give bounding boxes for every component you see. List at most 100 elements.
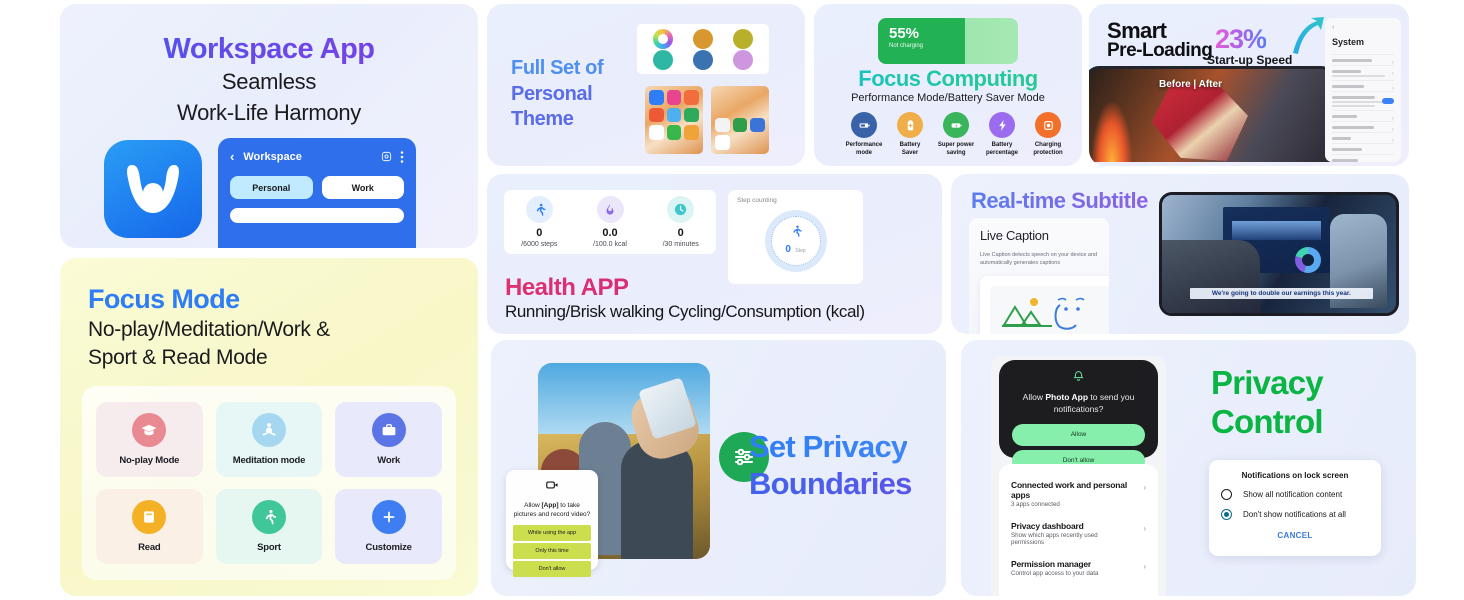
- chevron-right-icon: ›: [1143, 524, 1146, 533]
- workspace-phone-preview: ‹ Workspace Personal Work: [218, 138, 416, 248]
- subtitle-card-title: Real-time Subtitle: [971, 188, 1148, 213]
- radio-button-unselected[interactable]: [1221, 489, 1232, 500]
- privacy-boundaries-title-line2: Boundaries: [749, 466, 912, 502]
- focus-mode-title: Focus Mode: [88, 284, 240, 314]
- step-count-unit: Step: [795, 248, 806, 255]
- focus-tile-sport[interactable]: Sport: [215, 489, 323, 564]
- notification-permission-sheet: Allow Photo App to send you notification…: [999, 360, 1158, 472]
- focus-mode-tile-grid: No-play Mode Meditation mode Work Read S…: [82, 386, 456, 580]
- theme-swatch[interactable]: [733, 49, 753, 70]
- running-icon: [792, 225, 802, 237]
- landscape-face-icon: [1002, 297, 1085, 330]
- radio-option-dont-show[interactable]: Don't show notifications at all: [1221, 509, 1369, 520]
- health-stat-value: 0: [536, 227, 543, 239]
- step-widget-label: Step counting: [737, 197, 777, 204]
- back-icon[interactable]: ‹: [1332, 24, 1394, 31]
- health-stat-steps: 0 /6000 steps: [504, 190, 575, 254]
- focus-tile-read[interactable]: Read: [96, 489, 203, 564]
- permission-button-dont-allow[interactable]: Don't allow: [513, 561, 591, 578]
- battery-percent: 55%: [889, 25, 920, 42]
- notification-allow-button[interactable]: Allow: [1012, 423, 1145, 446]
- camera-icon: [513, 478, 591, 497]
- theme-swatch[interactable]: [693, 49, 713, 70]
- before-after-label: Before | After: [1158, 79, 1222, 90]
- permission-button-only-this-time[interactable]: Only this time: [513, 543, 591, 560]
- workspace-subtitle-line2: Work-Life Harmony: [177, 100, 361, 126]
- workspace-content-strip: [230, 208, 404, 223]
- radio-option-show-all[interactable]: Show all notification content: [1221, 489, 1369, 500]
- mode-charging-protection[interactable]: Charging protection: [1026, 112, 1070, 157]
- battery-bolt-icon: [943, 112, 969, 138]
- workspace-app-icon: [104, 140, 202, 238]
- theme-swatch-rainbow[interactable]: [653, 28, 673, 49]
- settings-row[interactable]: ›: [1332, 132, 1394, 144]
- phone-live-caption-text: We're going to double our earnings this …: [1190, 287, 1373, 299]
- settings-row[interactable]: [1332, 154, 1394, 162]
- settings-row[interactable]: [1332, 91, 1394, 110]
- plus-icon: [371, 500, 406, 534]
- focus-tile-customize[interactable]: Customize: [335, 489, 442, 564]
- focus-tile-label: Meditation mode: [232, 455, 306, 466]
- battery-level-bar: 55% Not charging: [878, 18, 1018, 64]
- back-icon[interactable]: ‹: [230, 149, 234, 164]
- focus-mode-subtitle-line1: No-play/Meditation/Work &: [88, 318, 330, 341]
- chevron-right-icon: ›: [1143, 483, 1146, 492]
- card-smart-preloading: Smart Pre-Loading 23% Start-up Speed Bef…: [1089, 4, 1409, 166]
- theme-swatch[interactable]: [653, 49, 673, 70]
- focus-tile-meditation[interactable]: Meditation mode: [215, 402, 323, 477]
- focus-tile-label: Customize: [365, 542, 412, 553]
- settings-row[interactable]: ›: [1332, 65, 1394, 80]
- row-description: 3 apps connected: [1011, 501, 1060, 508]
- focus-tile-label: Read: [138, 542, 161, 553]
- toggle-switch[interactable]: [1382, 98, 1394, 104]
- more-options-icon[interactable]: [400, 150, 404, 163]
- preloading-percent-caption: Start-up Speed: [1207, 53, 1293, 67]
- settings-row[interactable]: ›: [1332, 110, 1394, 122]
- lockscreen-notifications-dialog: Notifications on lock screen Show all no…: [1209, 460, 1381, 556]
- theme-preview-group: [645, 86, 769, 154]
- settings-row[interactable]: ›: [1332, 54, 1394, 66]
- chip-protection-icon: [1035, 112, 1061, 138]
- camera-permission-question: Allow [App] to take pictures and record …: [513, 502, 591, 519]
- health-stats-panel: 0 /6000 steps 0.0 /100.0 kcal 0 /30 minu…: [504, 190, 716, 254]
- battery-plus-icon: [897, 112, 923, 138]
- settings-row[interactable]: ›: [1332, 121, 1394, 133]
- settings-row[interactable]: [1332, 143, 1394, 154]
- health-description: Running/Brisk walking Cycling/Consumptio…: [505, 302, 865, 321]
- radio-option-label: Don't show notifications at all: [1243, 510, 1346, 519]
- focus-tile-work[interactable]: Work: [335, 402, 442, 477]
- mode-battery-percentage[interactable]: Battery percentage: [980, 112, 1024, 157]
- theme-homescreen-preview[interactable]: [645, 86, 703, 154]
- tab-work[interactable]: Work: [321, 176, 404, 199]
- focus-tile-label: Work: [377, 455, 401, 466]
- step-counting-widget: Step counting 0 Step: [728, 190, 863, 284]
- mode-performance[interactable]: Performance mode: [842, 112, 886, 157]
- notification-permission-question: Allow Photo App to send you notification…: [1022, 392, 1135, 414]
- theme-lockscreen-preview[interactable]: [711, 86, 769, 154]
- radio-button-selected[interactable]: [1221, 509, 1232, 520]
- settings-row[interactable]: ›: [1332, 80, 1394, 92]
- tab-personal[interactable]: Personal: [230, 176, 313, 199]
- live-caption-illustration: [980, 276, 1109, 334]
- workspace-phone-appbar: ‹ Workspace: [230, 149, 404, 164]
- game-screenshot: Before | After: [1089, 66, 1335, 162]
- game-character: [1152, 83, 1248, 161]
- theme-swatch[interactable]: [733, 28, 753, 49]
- settings-row-connected-apps[interactable]: Connected work and personal apps 3 apps …: [1011, 474, 1146, 515]
- focus-tile-no-play[interactable]: No-play Mode: [96, 402, 203, 477]
- capture-icon[interactable]: [381, 151, 392, 162]
- mode-super-power-saving[interactable]: Super power saving: [934, 112, 978, 157]
- theme-swatch[interactable]: [693, 28, 713, 49]
- bolt-icon: [989, 112, 1015, 138]
- mode-battery-saver[interactable]: Battery Saver: [888, 112, 932, 157]
- battery-status: Not charging: [889, 43, 924, 49]
- camera-permission-dialog: Allow [App] to take pictures and record …: [506, 470, 598, 578]
- settings-row-privacy-dashboard[interactable]: Privacy dashboard Show which apps recent…: [1011, 515, 1146, 553]
- settings-row-permission-manager[interactable]: Permission manager Control app access to…: [1011, 553, 1146, 584]
- focus-computing-title: Focus Computing: [814, 66, 1082, 92]
- briefcase-icon: [371, 413, 406, 447]
- row-description: Show which apps recently used permission…: [1011, 532, 1098, 546]
- cancel-button[interactable]: CANCEL: [1221, 531, 1369, 540]
- up-arrow-icon: [1293, 17, 1324, 54]
- permission-button-while-using[interactable]: While using the app: [513, 525, 591, 542]
